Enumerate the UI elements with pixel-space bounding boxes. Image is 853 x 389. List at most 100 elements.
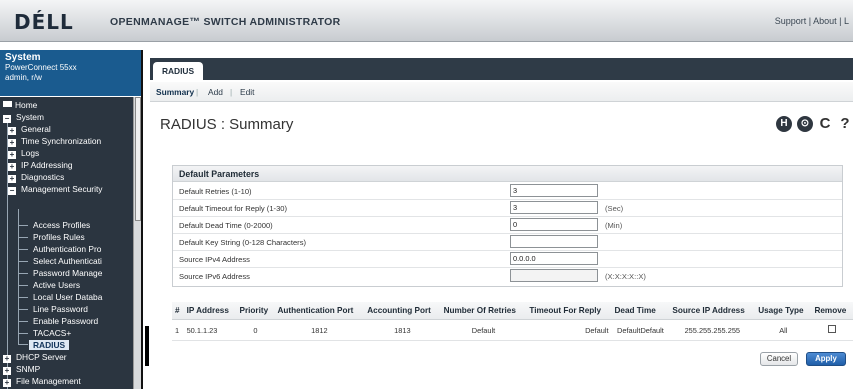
tree-item-management-security[interactable]: − Management Security — [8, 184, 102, 195]
param-row-ipv6: Source IPv6 Address (X:X:X:X::X) — [173, 268, 842, 285]
remove-checkbox[interactable] — [828, 325, 837, 333]
deadtime-label: Default Dead Time (0-2000) — [179, 221, 273, 230]
tree-item-tacacs[interactable]: TACACS+ — [33, 328, 71, 338]
param-row-ipv4: Source IPv4 Address — [173, 251, 842, 268]
cancel-button[interactable]: Cancel — [760, 352, 798, 366]
default-parameters-panel: Default Parameters Default Retries (1-10… — [172, 165, 843, 287]
about-link[interactable]: About — [813, 16, 837, 26]
logout-link[interactable]: L — [844, 16, 849, 26]
apply-button[interactable]: Apply — [806, 352, 846, 366]
col-remove: Remove — [811, 302, 853, 320]
tree-item-active-users[interactable]: Active Users — [33, 280, 80, 290]
cell-acct-port: 1813 — [364, 319, 441, 341]
cell-timeout: Default — [526, 319, 612, 341]
splitter-handle[interactable] — [145, 326, 149, 366]
print-icon[interactable]: ⊙ — [797, 116, 813, 132]
param-row-deadtime: Default Dead Time (0-2000) (Min) — [173, 217, 842, 234]
ipv4-input[interactable] — [510, 252, 598, 265]
tree-item-home[interactable]: Home — [3, 100, 37, 110]
collapse-icon[interactable]: − — [3, 115, 11, 123]
col-usage-type: Usage Type — [755, 302, 812, 320]
tree-item-radius[interactable]: RADIUS — [29, 340, 70, 350]
default-parameters-heading: Default Parameters — [173, 166, 842, 182]
timeout-input[interactable] — [510, 201, 598, 214]
navigation-tree: Home − System + General + Time Synchronizat… — [0, 97, 141, 389]
expand-icon[interactable]: + — [8, 175, 16, 183]
tab-bar — [150, 58, 853, 80]
save-icon[interactable]: H — [776, 116, 792, 132]
radius-servers-table: # IP Address Priority Authentication Por… — [172, 302, 853, 341]
keystring-input[interactable] — [510, 235, 598, 248]
keystring-label: Default Key String (0-128 Characters) — [179, 238, 307, 247]
panel-divider[interactable] — [141, 50, 143, 389]
col-timeout: Timeout For Reply — [526, 302, 612, 320]
expand-icon[interactable]: + — [8, 127, 16, 135]
tree-item-authentication-profiles[interactable]: Authentication Pro — [33, 244, 101, 254]
top-links: Support | About | L — [774, 16, 849, 26]
cell-retries: Default — [440, 319, 527, 341]
subnav-add[interactable]: Add — [208, 87, 223, 97]
subnav-summary[interactable]: Summary — [156, 87, 194, 97]
expand-icon[interactable]: + — [3, 367, 11, 375]
retries-input[interactable] — [510, 184, 598, 197]
support-link[interactable]: Support — [775, 16, 807, 26]
tree-item-diagnostics[interactable]: + Diagnostics — [8, 172, 64, 183]
system-title: System — [5, 52, 41, 63]
cell-remove — [811, 319, 853, 341]
tree-item-file-management[interactable]: + File Management — [3, 376, 81, 387]
expand-icon[interactable]: + — [8, 163, 16, 171]
param-row-retries: Default Retries (1-10) — [173, 183, 842, 200]
cell-ip-address: 50.1.1.23 — [183, 319, 237, 341]
home-icon — [3, 101, 12, 107]
tree-scrollbar[interactable] — [133, 97, 141, 389]
tab-radius[interactable]: RADIUS — [153, 62, 203, 82]
cell-priority: 0 — [236, 319, 275, 341]
cell-number: 1 — [172, 319, 184, 341]
tree-item-enable-password[interactable]: Enable Password — [33, 316, 98, 326]
tree-item-dhcp-server[interactable]: + DHCP Server — [3, 352, 67, 363]
param-row-timeout: Default Timeout for Reply (1-30) (Sec) — [173, 200, 842, 217]
page-title: RADIUS : Summary — [160, 116, 294, 133]
col-retries: Number Of Retries — [440, 302, 527, 320]
tree-item-system[interactable]: − System — [3, 112, 44, 123]
col-source-ip: Source IP Address — [669, 302, 756, 320]
col-ip-address: IP Address — [183, 302, 237, 320]
expand-icon[interactable]: + — [8, 139, 16, 147]
tree-item-logs[interactable]: + Logs — [8, 148, 39, 159]
cell-usage-type: All — [755, 319, 812, 341]
table-header-row: # IP Address Priority Authentication Por… — [172, 302, 853, 320]
expand-icon[interactable]: + — [8, 151, 16, 159]
col-auth-port: Authentication Port — [274, 302, 365, 320]
refresh-icon[interactable]: C — [817, 116, 833, 132]
col-priority: Priority — [236, 302, 275, 320]
col-number: # — [172, 302, 184, 320]
deadtime-unit: (Min) — [605, 221, 623, 230]
timeout-unit: (Sec) — [605, 204, 624, 213]
dell-logo: DÉLL — [14, 10, 74, 34]
help-icon[interactable]: ? — [837, 116, 853, 132]
ipv4-label: Source IPv4 Address — [179, 255, 250, 264]
deadtime-input[interactable] — [510, 218, 598, 231]
ipv6-input[interactable] — [510, 269, 598, 282]
collapse-icon[interactable]: − — [8, 187, 16, 195]
app-title: OPENMANAGE™ SWITCH ADMINISTRATOR — [110, 16, 341, 28]
subnav-edit[interactable]: Edit — [240, 87, 254, 97]
tree-item-snmp[interactable]: + SNMP — [3, 364, 40, 375]
tree-item-profiles-rules[interactable]: Profiles Rules — [33, 232, 85, 242]
table-row[interactable]: 1 50.1.1.23 0 1812 1813 Default Default … — [172, 319, 853, 341]
tree-item-general[interactable]: + General — [8, 124, 51, 135]
user-info: admin, r/w — [5, 73, 42, 82]
expand-icon[interactable]: + — [3, 379, 11, 387]
tree-item-line-password[interactable]: Line Password — [33, 304, 88, 314]
param-row-keystring: Default Key String (0-128 Characters) — [173, 234, 842, 251]
tree-item-password-management[interactable]: Password Manage — [33, 268, 102, 278]
tree-item-access-profiles[interactable]: Access Profiles — [33, 220, 90, 230]
tree-item-local-user-database[interactable]: Local User Databa — [33, 292, 102, 302]
col-dead-time: Dead Time — [611, 302, 670, 320]
tree-item-time-sync[interactable]: + Time Synchronization — [8, 136, 101, 147]
retries-label: Default Retries (1-10) — [179, 187, 252, 196]
cell-auth-port: 1812 — [274, 319, 365, 341]
expand-icon[interactable]: + — [3, 355, 11, 363]
tree-item-select-authentication[interactable]: Select Authenticati — [33, 256, 102, 266]
tree-item-ip-addressing[interactable]: + IP Addressing — [8, 160, 73, 171]
